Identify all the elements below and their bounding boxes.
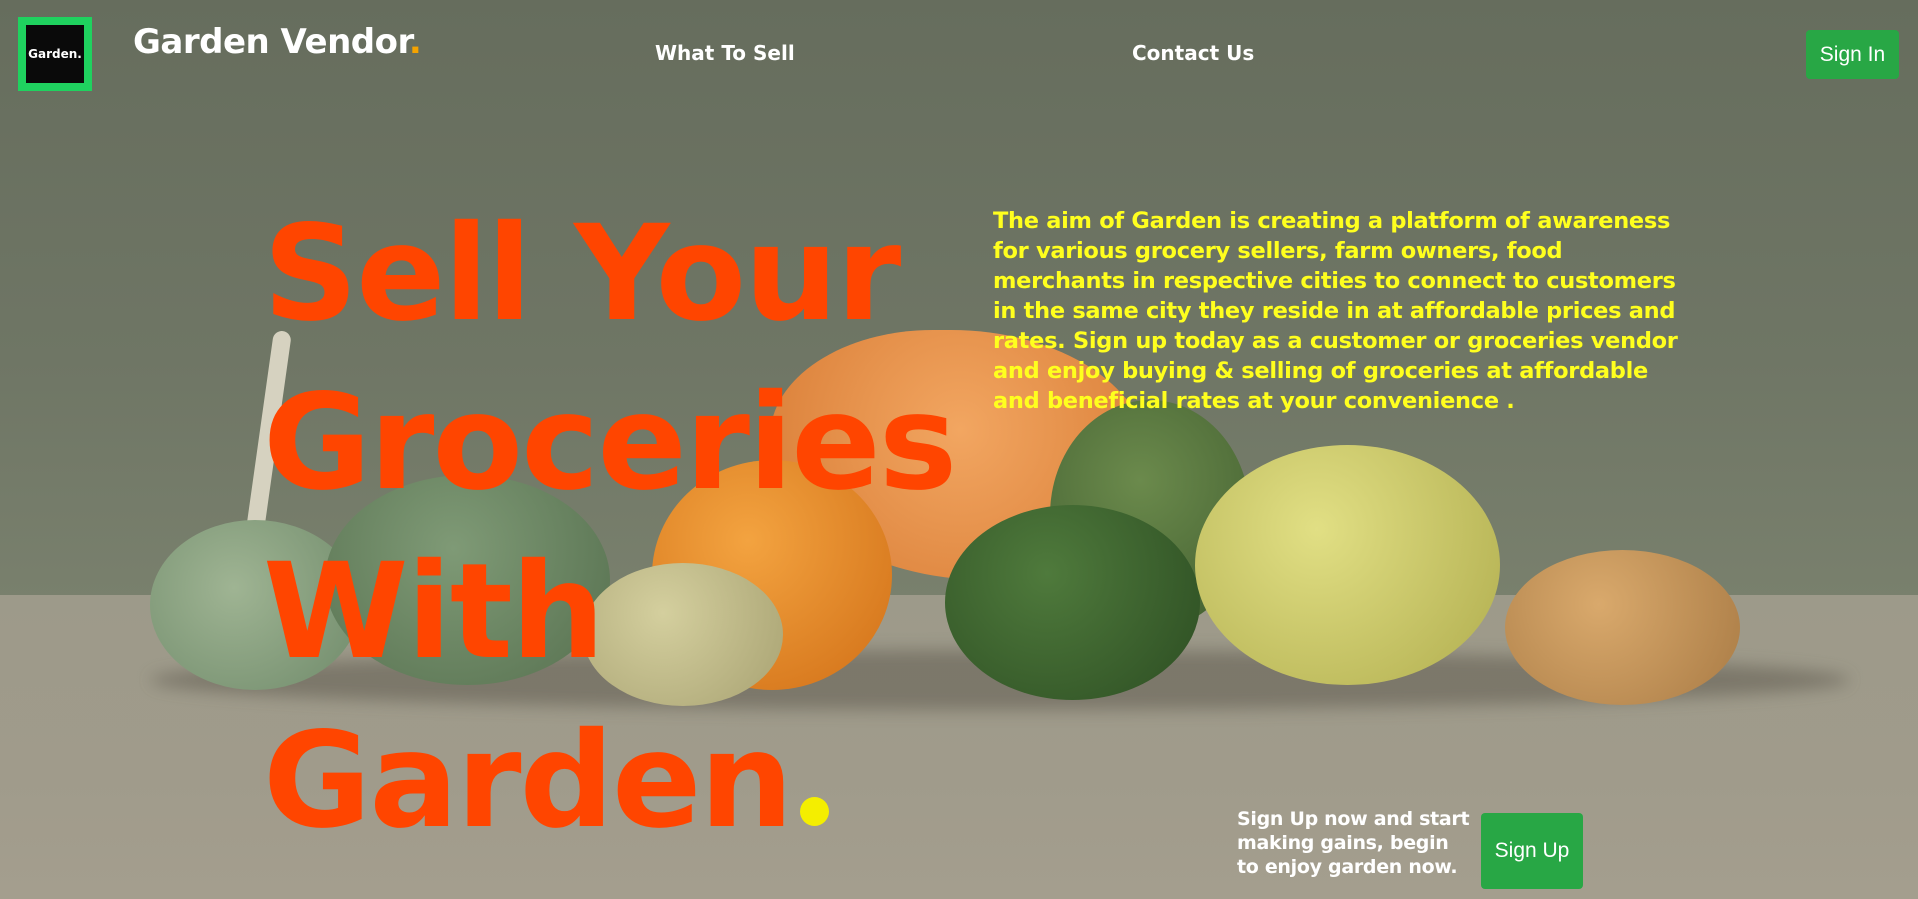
signup-cta-text: Sign Up now and start making gains, begi… xyxy=(1237,808,1470,878)
nav-what-to-sell[interactable]: What To Sell xyxy=(655,41,795,65)
brand-name-text: Garden Vendor xyxy=(133,22,409,62)
headline-line: Sell Your xyxy=(263,197,901,351)
headline-line: With xyxy=(263,535,605,689)
headline-yellow-dot xyxy=(799,797,829,826)
headline-line: Groceries xyxy=(263,366,957,520)
sign-up-button[interactable]: Sign Up xyxy=(1481,813,1583,889)
turnip xyxy=(1505,550,1740,705)
sign-in-button[interactable]: Sign In xyxy=(1806,30,1899,79)
logo-badge[interactable]: Garden. xyxy=(18,17,92,91)
nav-contact-us[interactable]: Contact Us xyxy=(1132,41,1254,65)
hero-headline: Sell Your Groceries With Garden xyxy=(263,190,957,866)
quince xyxy=(1195,445,1500,685)
aim-description: The aim of Garden is creating a platform… xyxy=(993,208,1678,414)
brand-dot: . xyxy=(408,22,422,62)
headline-line: Garden xyxy=(263,704,794,858)
brand-name: Garden Vendor. xyxy=(133,22,422,62)
logo-text: Garden. xyxy=(28,47,82,61)
headline-line-last: Garden xyxy=(263,697,955,866)
avocado xyxy=(945,505,1200,700)
